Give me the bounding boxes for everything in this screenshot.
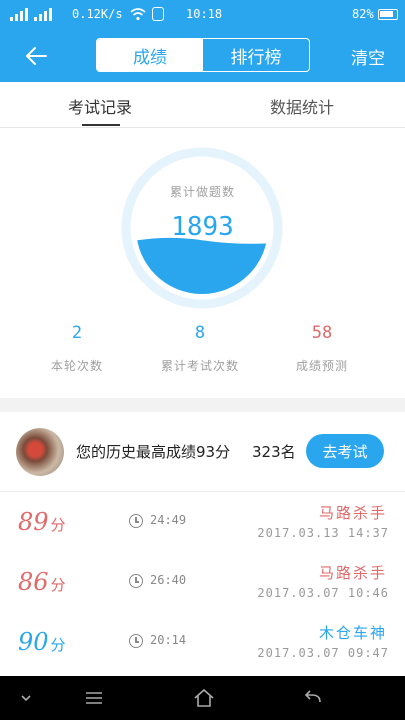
battery-icon xyxy=(378,9,398,20)
system-nav-bar xyxy=(0,676,405,720)
record-title: 马路杀手 xyxy=(318,564,387,582)
menu-icon[interactable] xyxy=(80,686,108,710)
record-duration: 20:14 xyxy=(150,633,187,647)
stat-label: 成绩预测 xyxy=(295,359,348,373)
clock-icon xyxy=(129,634,143,648)
stat-label: 累计考试次数 xyxy=(160,359,239,373)
lock-icon xyxy=(152,7,164,21)
best-score-summary: 您的历史最高成绩93分 323名 去考试 xyxy=(0,412,405,492)
chevron-down-icon[interactable] xyxy=(12,686,40,710)
best-score-text: 您的历史最高成绩93分 xyxy=(76,443,231,461)
clear-button[interactable]: 清空 xyxy=(351,44,385,69)
signal-icon xyxy=(10,8,52,21)
stat-current-round: 2 本轮次数 xyxy=(17,323,137,374)
record-duration: 24:49 xyxy=(150,513,187,527)
record-date: 2017.03.13 14:37 xyxy=(257,526,389,540)
record-row[interactable]: 86 分 26:40 马路杀手 2017.03.07 10:46 xyxy=(0,552,405,612)
wifi-icon xyxy=(130,8,146,21)
status-bar: 0.12K/s 10:18 82% xyxy=(0,0,405,30)
start-exam-button[interactable]: 去考试 xyxy=(306,434,384,468)
gauge-value: 1893 xyxy=(171,212,234,242)
back-icon[interactable] xyxy=(300,686,328,710)
stat-value: 8 xyxy=(194,323,206,343)
home-icon[interactable] xyxy=(190,686,218,710)
tab-indicator xyxy=(82,124,120,126)
battery-percent: 82% xyxy=(352,7,374,21)
section-divider xyxy=(0,398,405,412)
record-duration: 26:40 xyxy=(150,573,187,587)
stat-label: 本轮次数 xyxy=(50,359,103,373)
record-title: 木仓车神 xyxy=(318,624,387,642)
stats-row: 2 本轮次数 8 累计考试次数 58 成绩预测 xyxy=(0,323,405,383)
clock-time: 10:18 xyxy=(186,7,223,21)
clock-icon xyxy=(129,514,143,528)
record-date: 2017.03.07 10:46 xyxy=(257,586,389,600)
tab-exam-records[interactable]: 考试记录 xyxy=(68,94,132,118)
gauge-area: 累计做题数 1893 2 本轮次数 8 累计考试次数 58 成绩预测 xyxy=(0,128,405,398)
segment-ranking[interactable]: 排行榜 xyxy=(203,39,309,71)
tab-data-stats[interactable]: 数据统计 xyxy=(270,94,334,118)
stat-value: 2 xyxy=(71,323,83,343)
app-header: 成绩 排行榜 清空 xyxy=(0,30,405,82)
tab-bar: 考试记录 数据统计 xyxy=(0,82,405,128)
rank-text: 323名 xyxy=(252,443,296,461)
network-speed: 0.12K/s xyxy=(72,7,123,21)
record-date: 2017.03.07 09:47 xyxy=(257,646,389,660)
record-score: 89 分 xyxy=(18,508,66,536)
stat-total-exams: 8 累计考试次数 xyxy=(140,323,260,374)
record-title: 马路杀手 xyxy=(318,504,387,522)
gauge-label: 累计做题数 xyxy=(169,185,235,199)
avatar[interactable] xyxy=(16,428,64,476)
record-score: 90 分 xyxy=(18,628,66,656)
record-score: 86 分 xyxy=(18,568,66,596)
clock-icon xyxy=(129,574,143,588)
back-arrow-icon[interactable] xyxy=(22,42,50,70)
stat-value: 58 xyxy=(311,323,333,343)
segmented-control: 成绩 排行榜 xyxy=(96,38,310,72)
record-row[interactable]: 89 分 24:49 马路杀手 2017.03.13 14:37 xyxy=(0,492,405,552)
segment-score[interactable]: 成绩 xyxy=(97,39,203,71)
record-row[interactable]: 90 分 20:14 木仓车神 2017.03.07 09:47 xyxy=(0,612,405,672)
stat-score-prediction: 58 成绩预测 xyxy=(262,323,382,374)
